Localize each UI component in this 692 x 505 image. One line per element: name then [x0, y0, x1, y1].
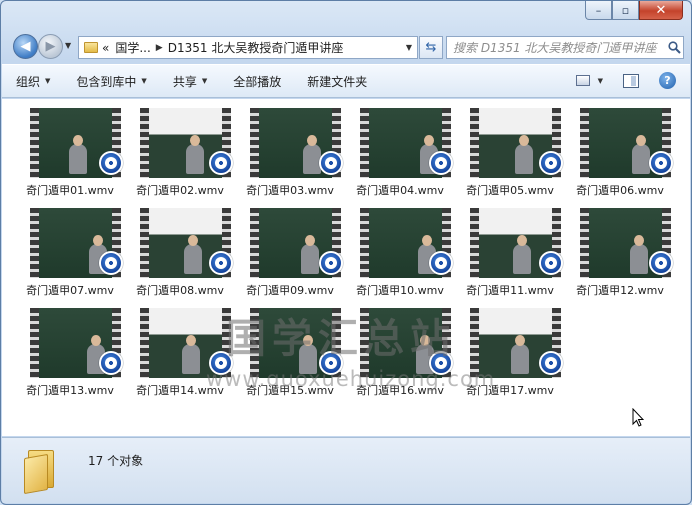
command-bar: 组织 ▼ 包含到库中 ▼ 共享 ▼ 全部播放 新建文件夹 ▼ ? — [2, 64, 690, 98]
close-button[interactable]: ✕ — [639, 1, 683, 20]
share-label: 共享 — [172, 74, 197, 89]
play-all-label: 全部播放 — [233, 74, 282, 89]
watermark-url: www.guoxuehuizong.com — [206, 367, 496, 391]
file-item[interactable]: 奇门遁甲13.wmv — [15, 299, 125, 399]
media-player-icon — [319, 151, 343, 175]
breadcrumb-item-parent[interactable]: 国学... — [115, 39, 150, 56]
file-name: 奇门遁甲07.wmv — [26, 284, 114, 297]
view-options-chevron-icon[interactable]: ▼ — [598, 77, 603, 85]
media-player-icon — [99, 351, 123, 375]
file-name: 奇门遁甲03.wmv — [246, 184, 334, 197]
file-name: 奇门遁甲05.wmv — [466, 184, 554, 197]
caption-buttons: – ▫ ✕ — [585, 1, 683, 20]
file-name: 奇门遁甲11.wmv — [466, 284, 554, 297]
include-library-label: 包含到库中 — [76, 74, 137, 89]
file-item[interactable]: 奇门遁甲10.wmv — [345, 199, 455, 299]
maximize-button[interactable]: ▫ — [612, 1, 639, 20]
help-icon[interactable]: ? — [659, 72, 676, 89]
organize-label: 组织 — [16, 74, 41, 89]
address-dropdown-icon[interactable]: ▼ — [401, 43, 417, 52]
minimize-button[interactable]: – — [585, 1, 612, 20]
search-placeholder: 搜索 D1351 北大吴教授奇门遁甲讲座 — [453, 41, 657, 55]
file-name: 奇门遁甲10.wmv — [356, 284, 444, 297]
media-player-icon — [539, 351, 563, 375]
file-item[interactable]: 奇门遁甲03.wmv — [235, 99, 345, 199]
play-all-button[interactable]: 全部播放 — [233, 73, 281, 90]
chevron-down-icon: ▼ — [141, 77, 147, 85]
folder-icon — [24, 450, 60, 495]
new-folder-button[interactable]: 新建文件夹 — [307, 73, 367, 90]
media-player-icon — [649, 251, 673, 275]
media-player-icon — [319, 251, 343, 275]
media-player-icon — [649, 151, 673, 175]
chevron-down-icon: ▼ — [201, 77, 208, 85]
navigation-row: ◀ ▶ ▼ « 国学... ▶ D1351 北大吴教授奇门遁甲讲座 ▼ ⇆ 搜索… — [9, 32, 684, 60]
chevron-down-icon: ▼ — [45, 77, 51, 85]
media-player-icon — [429, 151, 453, 175]
change-view-icon[interactable] — [575, 75, 590, 86]
share-menu[interactable]: 共享 ▼ — [173, 73, 207, 90]
media-player-icon — [539, 251, 563, 275]
include-in-library-menu[interactable]: 包含到库中 ▼ — [76, 73, 146, 90]
search-input[interactable]: 搜索 D1351 北大吴教授奇门遁甲讲座 — [446, 36, 684, 59]
refresh-button[interactable]: ⇆ — [419, 36, 443, 59]
search-icon[interactable] — [665, 41, 683, 54]
forward-button[interactable]: ▶ — [38, 34, 63, 59]
file-item[interactable]: 奇门遁甲09.wmv — [235, 199, 345, 299]
file-item[interactable]: 奇门遁甲04.wmv — [345, 99, 455, 199]
address-bar[interactable]: « 国学... ▶ D1351 北大吴教授奇门遁甲讲座 ▼ — [78, 36, 418, 59]
file-name: 奇门遁甲06.wmv — [576, 184, 664, 197]
file-item[interactable]: 奇门遁甲11.wmv — [455, 199, 565, 299]
file-name: 奇门遁甲13.wmv — [26, 384, 114, 397]
new-folder-label: 新建文件夹 — [307, 74, 368, 89]
breadcrumb-chevron-icon[interactable]: ▶ — [156, 43, 163, 53]
media-player-icon — [209, 251, 233, 275]
media-player-icon — [99, 251, 123, 275]
media-player-icon — [539, 151, 563, 175]
back-button[interactable]: ◀ — [13, 34, 38, 59]
file-name: 奇门遁甲09.wmv — [246, 284, 334, 297]
file-name: 奇门遁甲04.wmv — [356, 184, 444, 197]
file-list: 奇门遁甲17.wmv 奇门遁甲16.wmv 奇门遁甲15.wmv 奇门遁甲14.wmv… — [2, 99, 690, 436]
media-player-icon — [429, 251, 453, 275]
details-pane: 17 个对象 — [2, 437, 690, 503]
file-item[interactable]: 奇门遁甲05.wmv — [455, 99, 565, 199]
file-item[interactable]: 奇门遁甲02.wmv — [125, 99, 235, 199]
watermark-text: 国学汇总站 — [226, 316, 456, 362]
organize-menu[interactable]: 组织 ▼ — [16, 73, 50, 90]
file-item[interactable]: 奇门遁甲07.wmv — [15, 199, 125, 299]
refresh-icon: ⇆ — [425, 40, 437, 55]
folder-icon — [84, 42, 98, 53]
recent-pages-dropdown-icon[interactable]: ▼ — [65, 41, 71, 50]
file-item[interactable]: 奇门遁甲06.wmv — [565, 99, 675, 199]
breadcrumb-overflow[interactable]: « — [102, 41, 109, 55]
media-player-icon — [209, 151, 233, 175]
file-name: 奇门遁甲02.wmv — [136, 184, 224, 197]
media-player-icon — [99, 151, 123, 175]
file-item[interactable]: 奇门遁甲12.wmv — [565, 199, 675, 299]
item-count: 17 个对象 — [88, 454, 144, 468]
file-name: 奇门遁甲12.wmv — [576, 284, 664, 297]
explorer-window: – ▫ ✕ ◀ ▶ ▼ « 国学... ▶ D1351 北大吴教授奇门遁甲讲座 … — [0, 0, 692, 505]
file-name: 奇门遁甲01.wmv — [26, 184, 114, 197]
file-name: 奇门遁甲08.wmv — [136, 284, 224, 297]
view-controls: ▼ ? — [575, 72, 676, 89]
breadcrumb-item-current[interactable]: D1351 北大吴教授奇门遁甲讲座 — [168, 39, 344, 56]
file-item[interactable]: 奇门遁甲08.wmv — [125, 199, 235, 299]
preview-pane-icon[interactable] — [623, 73, 639, 88]
file-item[interactable]: 奇门遁甲01.wmv — [15, 99, 125, 199]
